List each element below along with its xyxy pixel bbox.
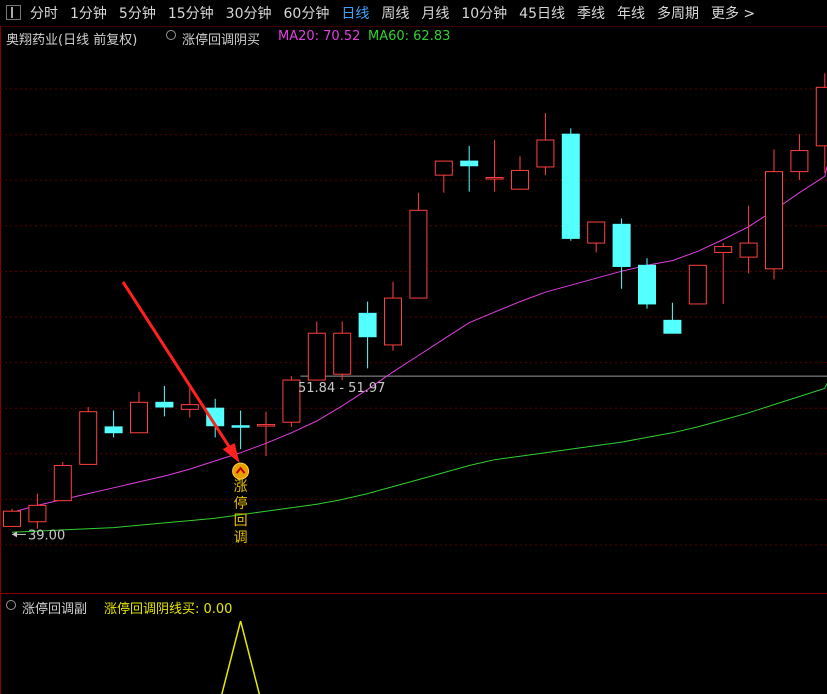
candle-up xyxy=(714,246,733,253)
candle-down xyxy=(612,223,631,267)
candle-down xyxy=(358,312,377,338)
candle-up xyxy=(587,221,606,244)
candle-up xyxy=(53,465,72,502)
candle-down xyxy=(104,426,123,434)
candle-down xyxy=(638,264,656,305)
candle-down xyxy=(460,160,479,167)
signal-text-char: 回 xyxy=(234,513,248,529)
candle-up xyxy=(409,209,428,299)
candle-up xyxy=(790,150,809,173)
signal-text-char: 调 xyxy=(234,530,248,546)
signal-up-icon xyxy=(232,462,250,480)
stock-title: 奥翔药业(日线 前复权) xyxy=(6,33,138,48)
candle-down xyxy=(561,133,580,239)
signal-text-char: 涨 xyxy=(234,479,248,495)
sub-indicator-settings-icon[interactable] xyxy=(6,600,16,610)
indicator-settings-icon[interactable] xyxy=(166,30,176,40)
sub-indicator-name[interactable]: 涨停回调副 xyxy=(22,598,87,617)
sub-indicator-value: 涨停回调阴线买: 0.00 xyxy=(104,602,233,617)
candle-up xyxy=(28,504,47,523)
candle-up xyxy=(739,242,758,258)
candle-down xyxy=(231,425,250,428)
candle-up xyxy=(307,332,326,381)
ma20-value: MA20: 70.52 xyxy=(278,29,361,44)
candle-up xyxy=(815,86,827,147)
sub-signal-line xyxy=(221,620,261,694)
candlestick-chart: 涨停回调 51.84 - 51.97 39.00 xyxy=(0,26,827,694)
candle-up xyxy=(333,332,352,375)
price-range-label: 51.84 - 51.97 xyxy=(298,381,385,396)
annotation-arrow-head xyxy=(222,443,240,464)
candle-up xyxy=(384,297,402,346)
candle-down xyxy=(155,401,174,408)
candle-up xyxy=(3,510,21,527)
candle-down xyxy=(663,319,682,334)
candle-up xyxy=(485,176,504,180)
candle-up xyxy=(688,264,707,305)
candle-up xyxy=(511,169,529,190)
candle-up xyxy=(257,424,275,427)
candle-up xyxy=(79,411,98,465)
candle-up xyxy=(536,139,555,168)
indicator-name[interactable]: 涨停回调阴买 xyxy=(182,29,260,48)
candle-up xyxy=(765,171,783,270)
candle-up xyxy=(130,401,148,434)
candle-up xyxy=(434,160,453,176)
ma60-value: MA60: 62.83 xyxy=(368,29,451,44)
signal-text-char: 停 xyxy=(234,495,248,512)
candle-up xyxy=(180,404,199,410)
low-price-label: 39.00 xyxy=(28,528,65,543)
